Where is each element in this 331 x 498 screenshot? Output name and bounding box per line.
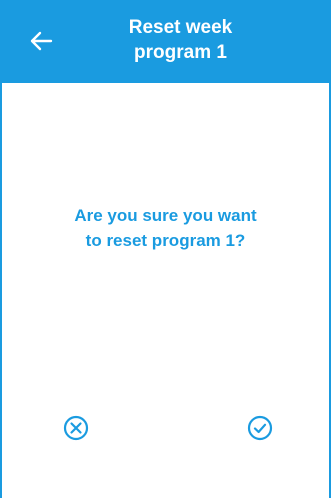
arrow-left-icon bbox=[30, 31, 53, 51]
reset-program-screen: Reset week program 1 Are you sure you wa… bbox=[0, 0, 331, 498]
back-button[interactable] bbox=[24, 24, 58, 58]
confirmation-message-line-1: Are you sure you want bbox=[74, 206, 257, 225]
confirmation-message: Are you sure you want to reset program 1… bbox=[32, 203, 299, 253]
circle-x-icon bbox=[63, 415, 89, 441]
page-title: Reset week program 1 bbox=[72, 15, 289, 65]
page-title-line-1: Reset week bbox=[128, 17, 233, 38]
header-bar: Reset week program 1 bbox=[2, 0, 329, 83]
confirmation-message-line-2: to reset program 1? bbox=[85, 231, 246, 250]
confirm-button[interactable] bbox=[244, 412, 276, 444]
page-title-line-2: program 1 bbox=[134, 42, 227, 63]
circle-check-icon bbox=[247, 415, 273, 441]
cancel-button[interactable] bbox=[60, 412, 92, 444]
